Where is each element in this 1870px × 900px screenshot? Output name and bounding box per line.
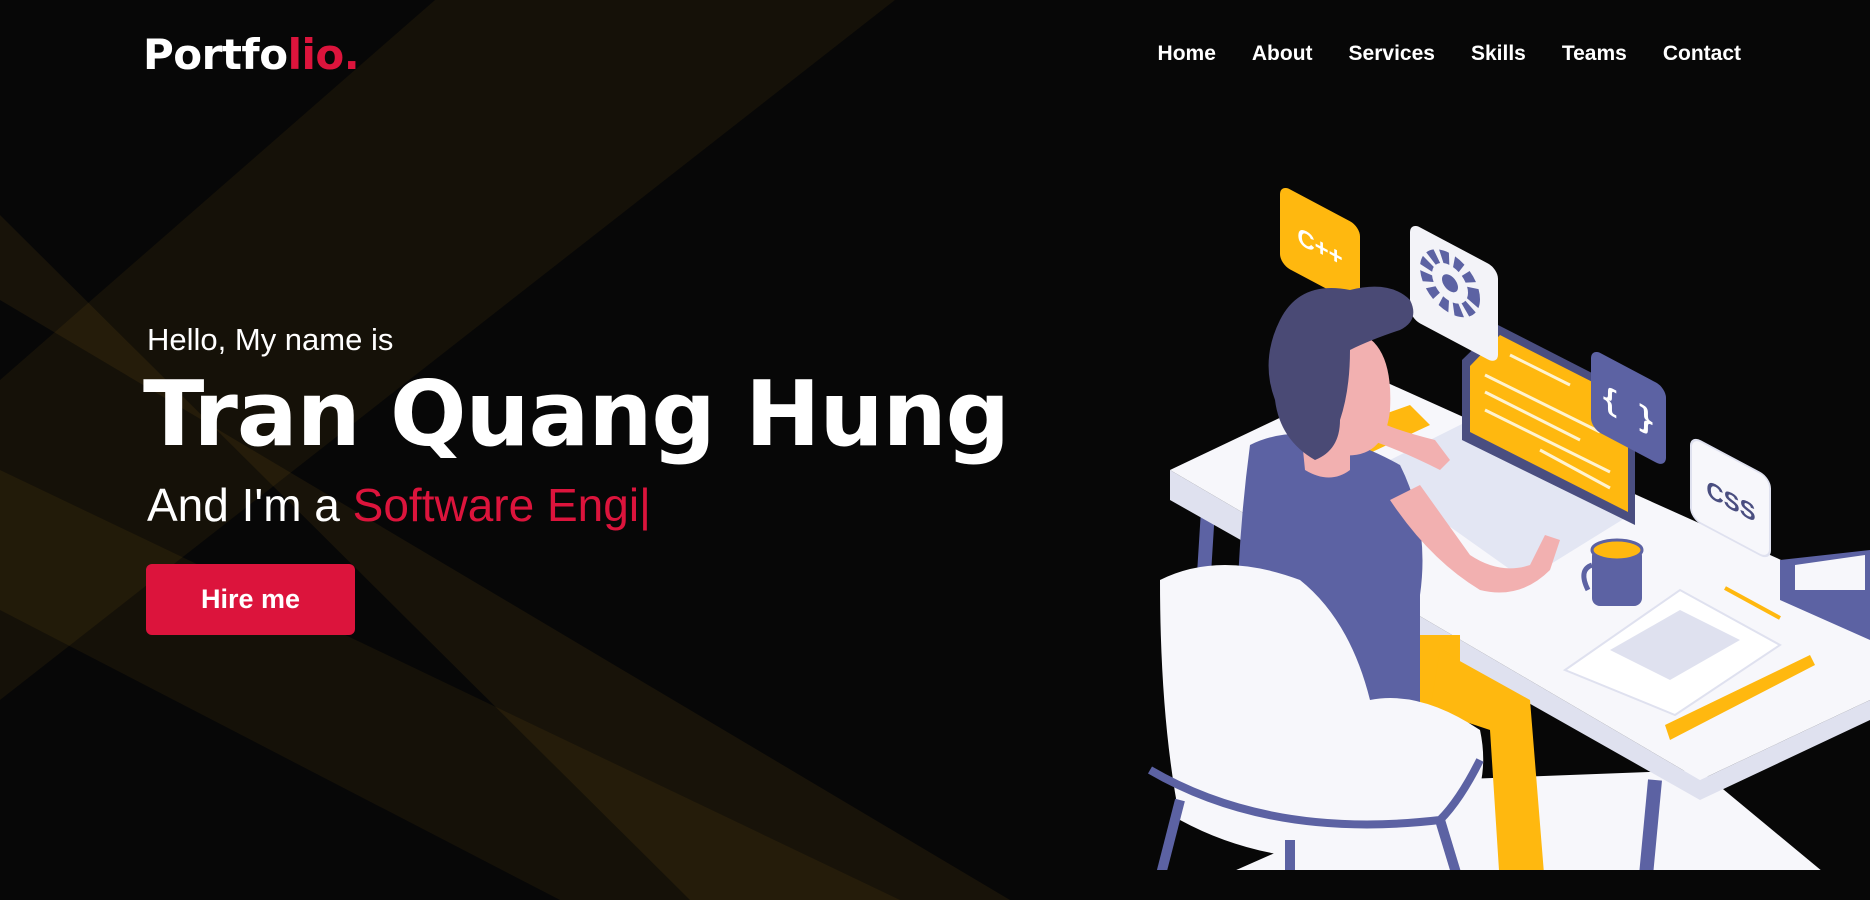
logo-accent-text: lio. <box>287 30 360 79</box>
hire-me-button[interactable]: Hire me <box>146 564 355 635</box>
nav-services[interactable]: Services <box>1349 42 1435 66</box>
coffee-mug-icon <box>1581 538 1644 606</box>
hero-name: Tran Quang Hung <box>143 362 1010 467</box>
nav-contact[interactable]: Contact <box>1663 42 1741 66</box>
logo-text: Portfo <box>143 30 288 79</box>
developer-illustration: C++ { } CSS <box>1147 187 1870 870</box>
nav-about[interactable]: About <box>1252 42 1313 66</box>
nav-teams[interactable]: Teams <box>1562 42 1627 66</box>
hero-greeting: Hello, My name is <box>147 322 394 357</box>
chair-leg <box>1156 798 1185 870</box>
nav-skills[interactable]: Skills <box>1471 42 1526 66</box>
typing-cursor: | <box>639 479 651 531</box>
main-nav: Home About Services Skills Teams Contact <box>1158 42 1741 66</box>
role-typed-text: Software Engi <box>352 479 640 531</box>
hero-role: And I'm a Software Engi| <box>147 478 651 532</box>
nav-home[interactable]: Home <box>1158 42 1216 66</box>
card-cpp: C++ <box>1280 187 1360 303</box>
card-gear <box>1410 225 1498 361</box>
logo[interactable]: Portfolio. <box>143 30 360 79</box>
role-prefix: And I'm a <box>147 479 353 531</box>
light-beam <box>0 470 900 900</box>
